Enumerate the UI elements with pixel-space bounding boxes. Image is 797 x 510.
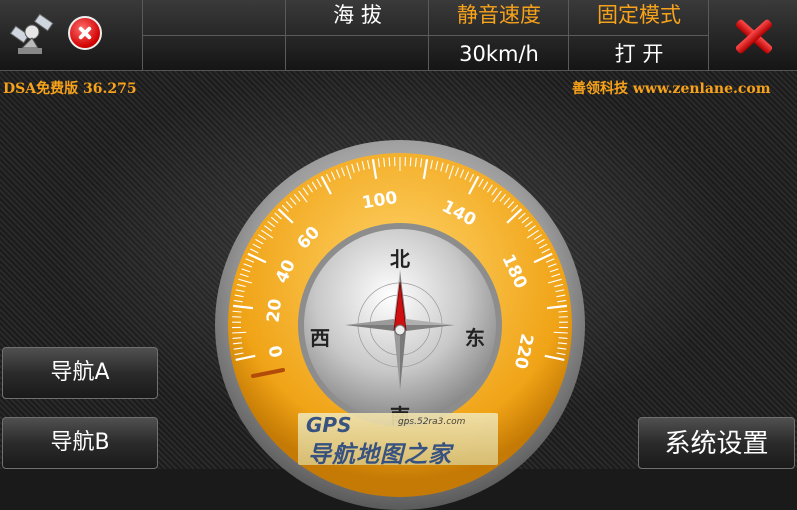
compass-east: 东 <box>465 326 485 350</box>
watermark: GPS gps.52ra3.com 导航地图之家 <box>298 413 498 465</box>
version-text: DSA免费版 36.275 <box>3 78 137 98</box>
nav-b-button[interactable]: 导航B <box>2 417 158 469</box>
gps-disconnected-icon[interactable] <box>68 16 102 50</box>
watermark-url: gps.52ra3.com <box>398 417 465 427</box>
company-text: 善领科技 www.zenlane.com <box>572 78 771 98</box>
compass-west: 西 <box>310 326 330 350</box>
mute-speed-cell[interactable]: 静音速度 30km/h <box>428 0 569 70</box>
top-bar: 海 拔 静音速度 30km/h 固定模式 打 开 <box>0 0 797 71</box>
watermark-title: 导航地图之家 <box>308 435 452 469</box>
gauge-tick <box>558 311 567 312</box>
gauge-tick <box>389 157 390 166</box>
fixed-mode-value: 打 开 <box>569 35 709 70</box>
gauge-tick <box>232 332 246 333</box>
mute-speed-label: 静音速度 <box>429 0 569 35</box>
gauge-tick <box>410 157 411 166</box>
altitude-label: 海 拔 <box>286 0 429 35</box>
watermark-logo: GPS <box>306 413 351 437</box>
compass-north: 北 <box>390 247 410 271</box>
blank-cell <box>142 0 286 70</box>
close-icon[interactable] <box>734 18 774 54</box>
mute-speed-value: 30km/h <box>429 35 569 70</box>
fixed-mode-cell[interactable]: 固定模式 打 开 <box>568 0 709 70</box>
fixed-mode-label: 固定模式 <box>569 0 709 35</box>
gauge-tick <box>558 338 567 339</box>
gauge-tick <box>554 332 568 333</box>
gauge-tick <box>233 338 242 339</box>
altitude-cell: 海 拔 <box>285 0 429 70</box>
gauge-tick-label: 20 <box>264 298 287 324</box>
nav-a-button[interactable]: 导航A <box>2 347 158 399</box>
altitude-value <box>286 35 429 70</box>
satellite-icon[interactable] <box>8 12 58 60</box>
gauge-tick <box>233 311 242 312</box>
system-settings-button[interactable]: 系统设置 <box>638 417 795 469</box>
